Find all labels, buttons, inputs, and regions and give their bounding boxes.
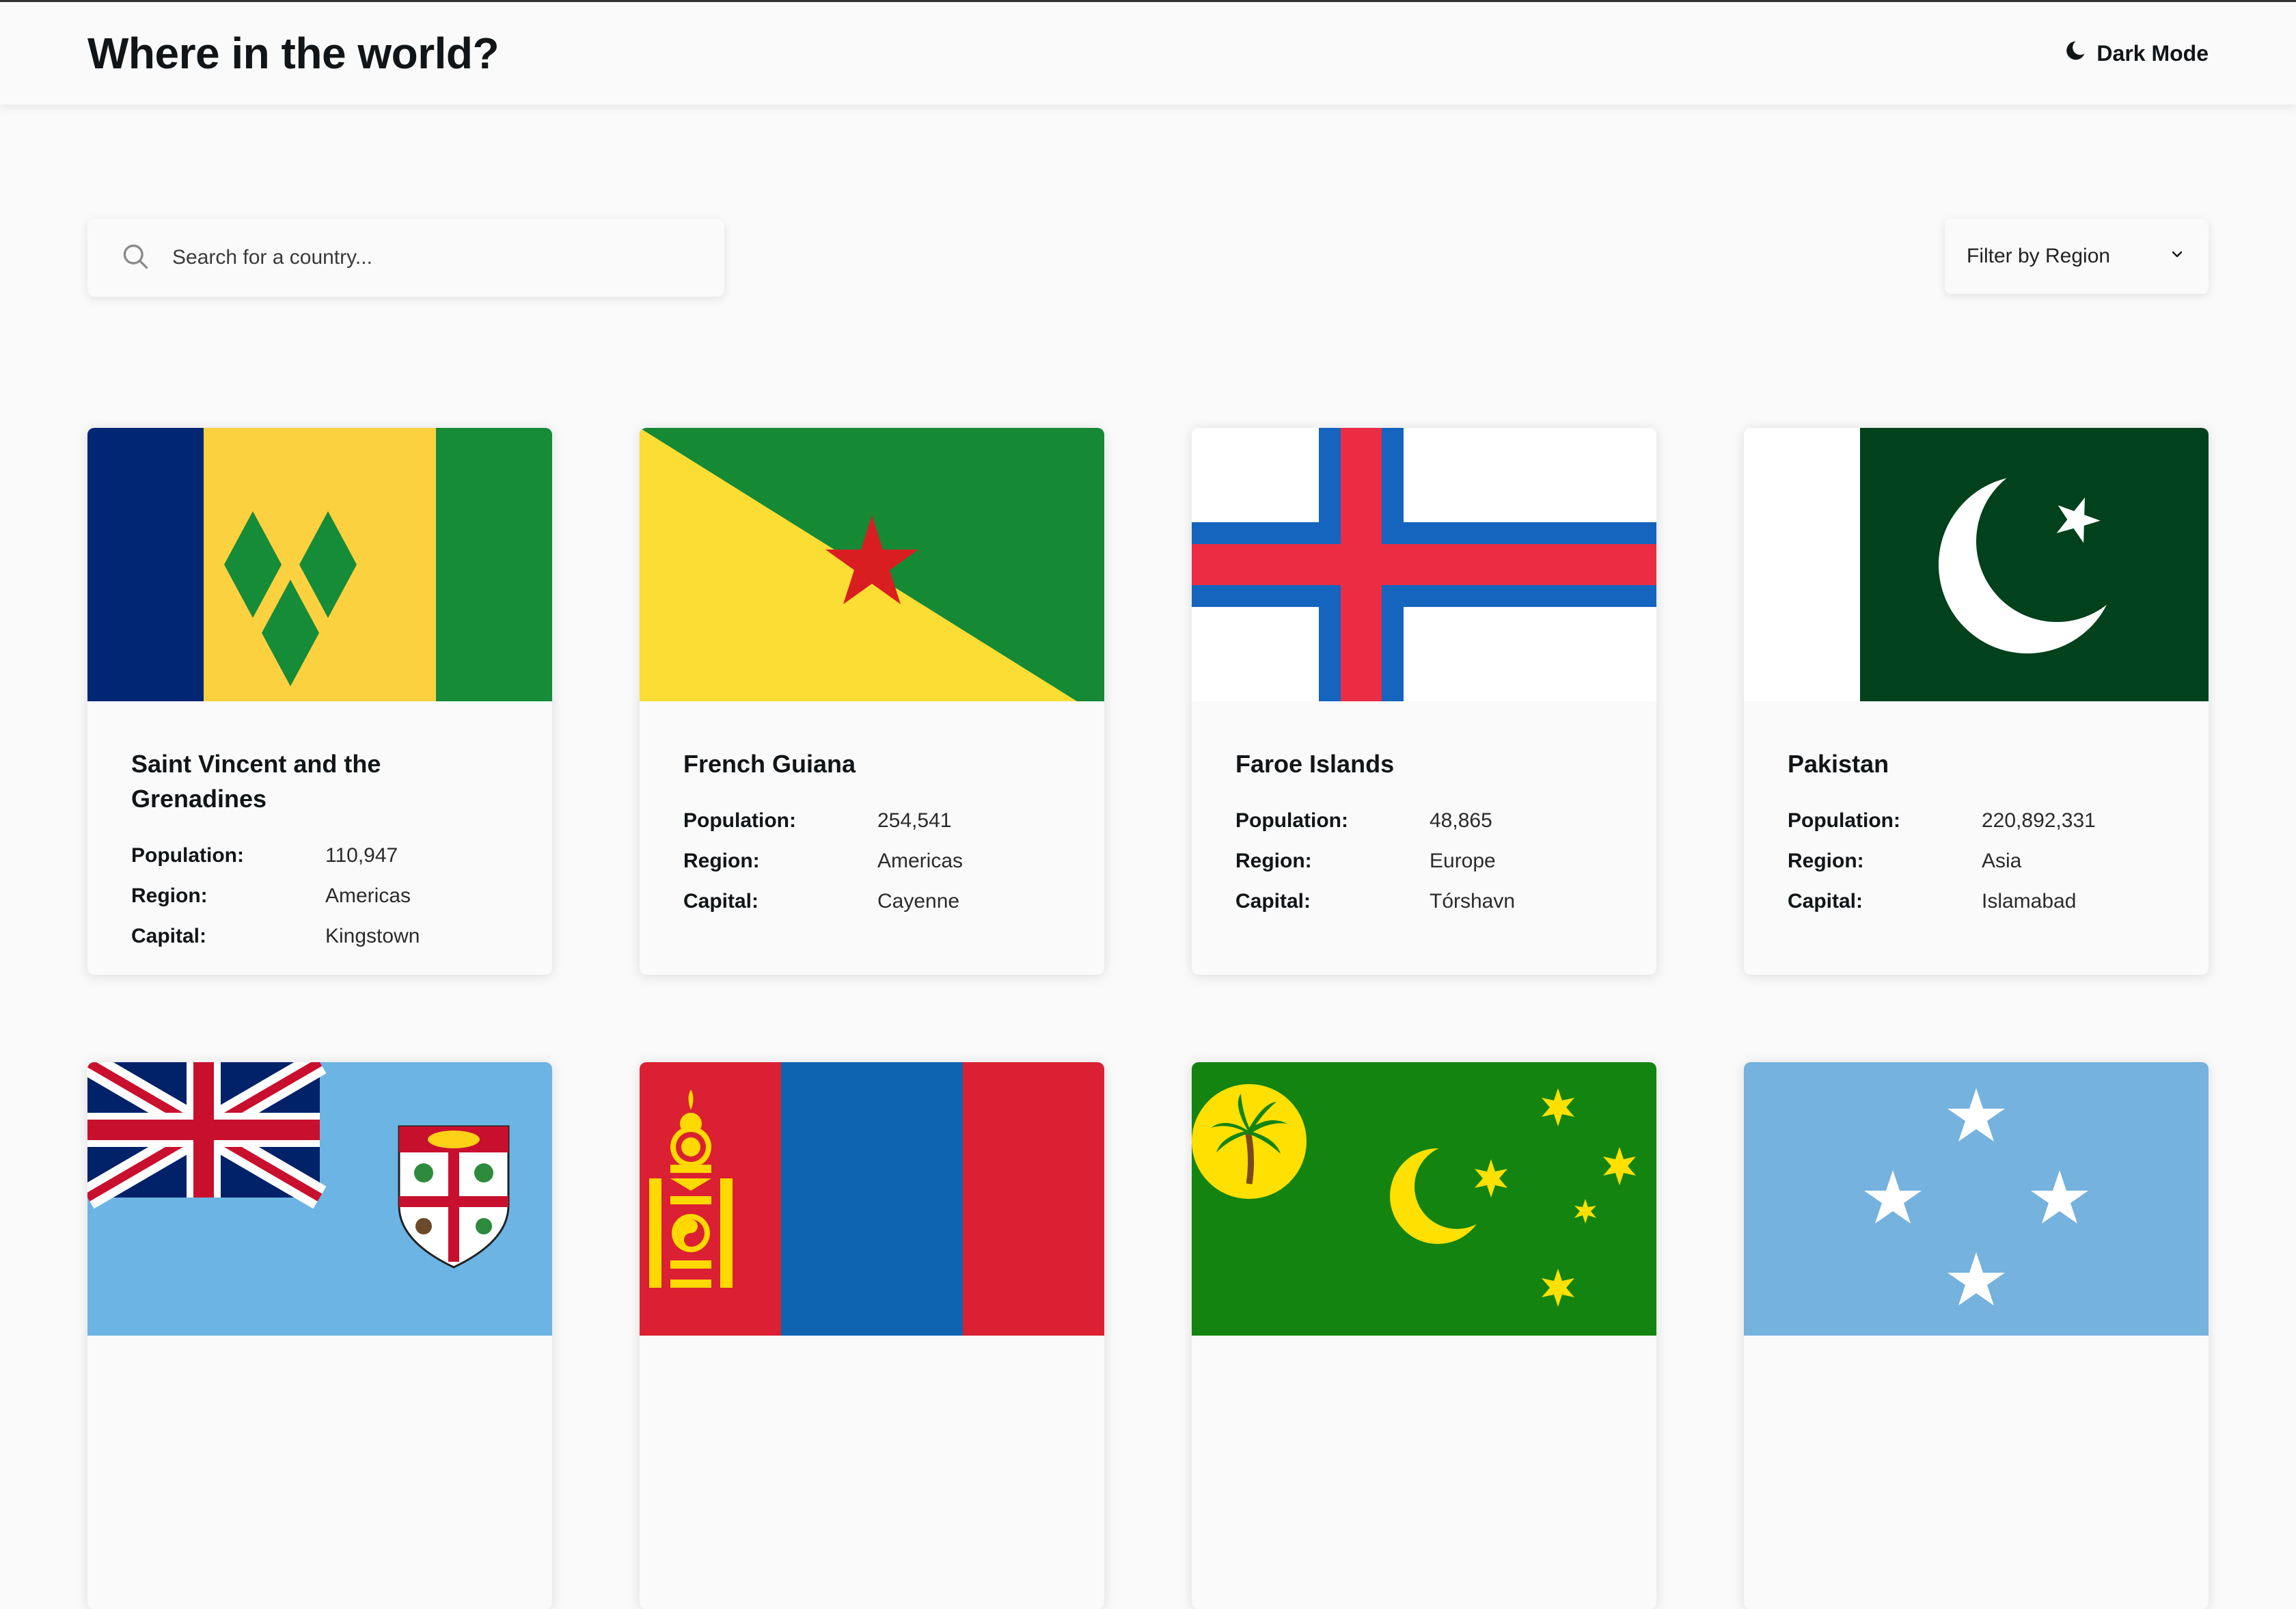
fiji-flag [87, 1062, 552, 1336]
search-icon [120, 241, 150, 275]
region-value: Americas [325, 884, 411, 907]
faroe-islands-flag [1192, 428, 1656, 701]
country-card[interactable] [1744, 1062, 2209, 1609]
capital-label: Capital: [1235, 890, 1311, 912]
capital-value: Kingstown [325, 925, 420, 947]
country-name: Pakistan [1788, 750, 1889, 778]
search-box[interactable] [87, 219, 724, 297]
controls-bar: Filter by Region [87, 219, 2209, 297]
population-label: Population: [131, 844, 244, 867]
population-label: Population: [1235, 809, 1348, 832]
capital-label: Capital: [131, 925, 207, 947]
capital-label: Capital: [1788, 890, 1863, 912]
country-name: French Guiana [683, 750, 856, 778]
dark-mode-label: Dark Mode [2096, 40, 2209, 66]
country-card[interactable] [1192, 1062, 1656, 1609]
region-value: Asia [1982, 850, 2022, 872]
capital-value: Cayenne [877, 890, 960, 912]
micronesia-flag [1744, 1062, 2209, 1336]
mongolia-flag [640, 1062, 1104, 1336]
country-card[interactable]: Faroe Islands Population: 48,865 Region: E… [1192, 428, 1656, 975]
capital-label: Capital: [683, 890, 759, 912]
population-value: 48,865 [1430, 809, 1492, 832]
dark-mode-toggle[interactable]: Dark Mode [2064, 39, 2209, 68]
capital-value: Islamabad [1982, 890, 2077, 912]
capital-value: Tórshavn [1430, 890, 1516, 912]
population-value: 220,892,331 [1982, 809, 2096, 832]
saint-vincent-flag [87, 428, 552, 701]
region-label: Region: [683, 850, 760, 872]
region-value: Americas [877, 850, 964, 872]
population-label: Population: [683, 809, 796, 832]
app-header: Where in the world? Dark Mode [0, 2, 2296, 105]
moon-icon [2064, 39, 2087, 68]
region-label: Region: [131, 884, 208, 907]
search-input[interactable] [172, 246, 692, 269]
population-value: 110,947 [325, 844, 398, 867]
population-value: 254,541 [877, 809, 952, 832]
cocos-islands-flag [1192, 1062, 1656, 1336]
country-name: Faroe Islands [1235, 750, 1395, 778]
country-grid: Saint Vincent and the Grenadines Populat… [87, 428, 2209, 1609]
country-name: Saint Vincent and the Grenadines [131, 750, 381, 813]
country-card[interactable]: Saint Vincent and the Grenadines Populat… [87, 428, 552, 975]
country-card[interactable] [87, 1062, 552, 1609]
pakistan-flag [1744, 428, 2209, 701]
region-filter-label: Filter by Region [1967, 245, 2111, 267]
country-card[interactable]: Pakistan Population: 220,892,331 Region: A… [1744, 428, 2209, 975]
region-value: Europe [1430, 850, 1496, 872]
region-label: Region: [1235, 850, 1312, 872]
country-card[interactable] [640, 1062, 1104, 1609]
population-label: Population: [1788, 809, 1900, 832]
region-label: Region: [1788, 850, 1864, 872]
region-filter-dropdown[interactable]: Filter by Region [1945, 219, 2209, 294]
page-title: Where in the world? [87, 29, 500, 78]
country-card[interactable]: French Guiana Population: 254,541 Region:… [640, 428, 1104, 975]
french-guiana-flag [640, 428, 1104, 701]
chevron-down-icon [2169, 245, 2185, 268]
